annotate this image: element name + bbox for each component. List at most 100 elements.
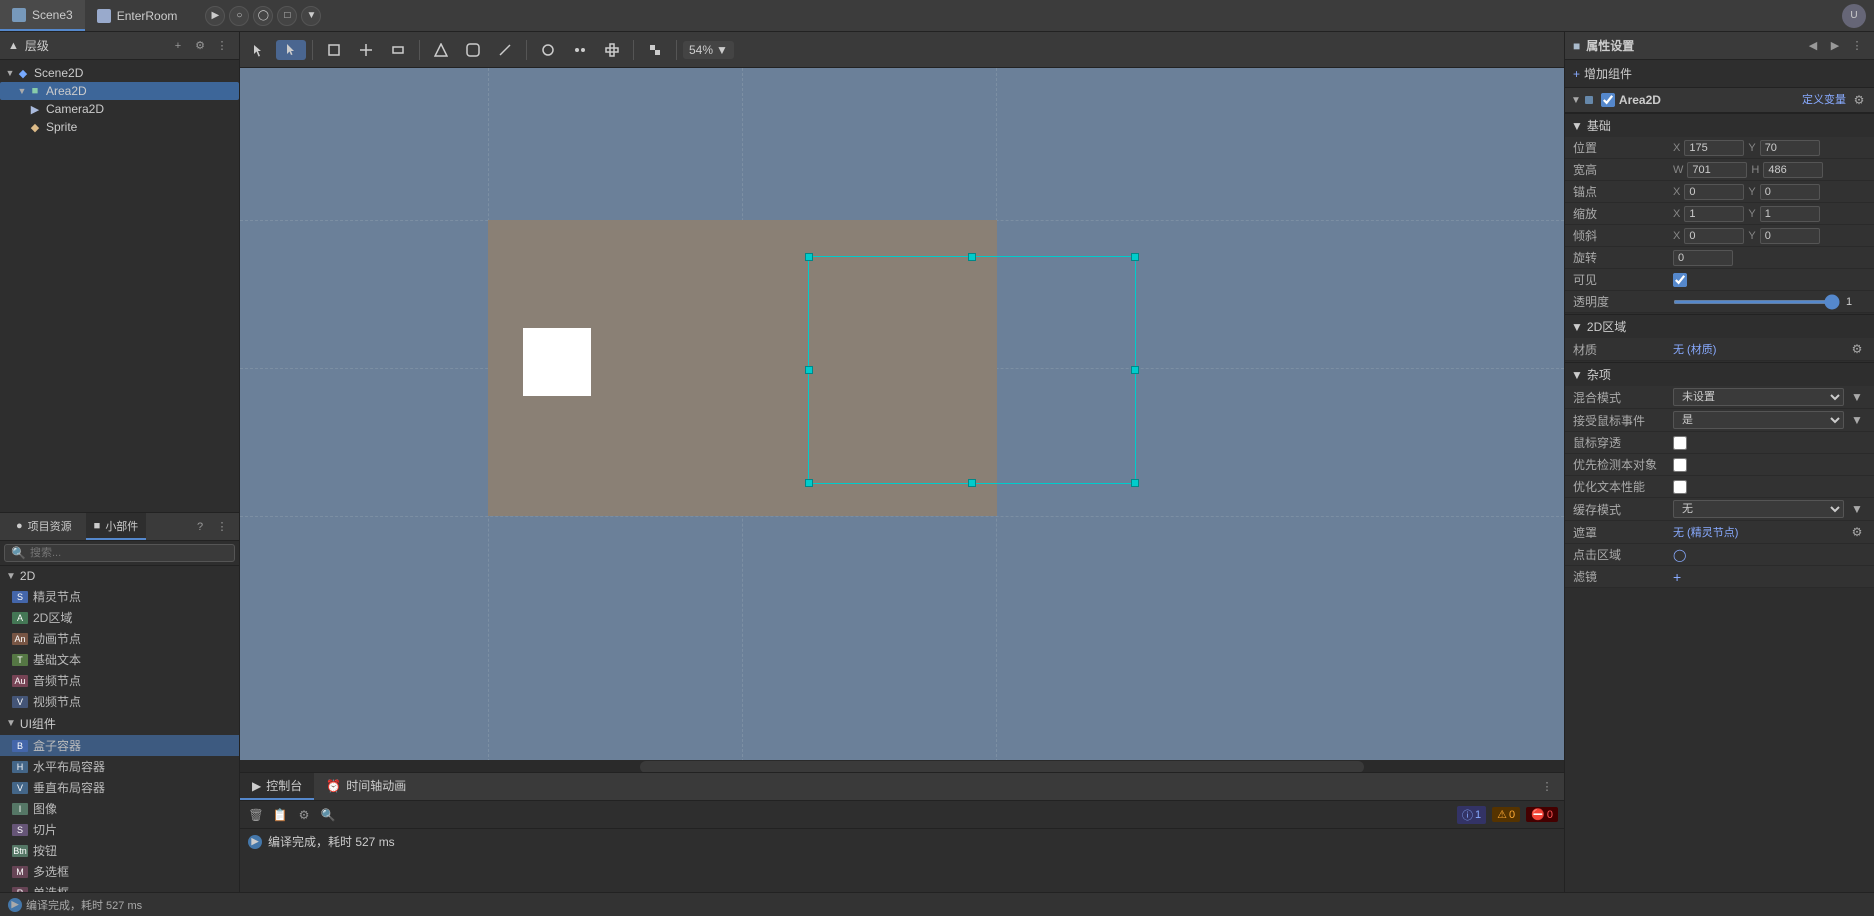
item-audio-node[interactable]: Au 音频节点 [0,670,239,691]
tab-scene3[interactable]: Scene3 [0,0,85,31]
toolbar-btn-4[interactable] [426,40,456,60]
item-single-select[interactable]: R 单选框 [0,882,239,892]
handle-tl[interactable] [805,253,813,261]
handle-bc[interactable] [968,479,976,487]
tree-arrow-area2d[interactable]: ▼ [16,85,28,97]
handle-tc[interactable] [968,253,976,261]
filter-add-icon[interactable]: + [1673,569,1681,585]
tab-timeline[interactable]: ⏰ 时间轴动画 [314,773,418,800]
item-vbox-container[interactable]: V 垂直布局容器 [0,777,239,798]
click-area-icon[interactable]: ◯ [1673,548,1686,562]
user-avatar[interactable]: U [1842,4,1866,28]
tree-item-camera2d[interactable]: ▶ Camera2D [0,100,239,118]
size-w-input[interactable] [1687,162,1747,178]
console-clear-button[interactable]: 🗑 [246,805,266,825]
right-next-button[interactable]: ▶ [1826,37,1844,55]
mask-link-button[interactable]: 无 (精灵节点) [1673,524,1844,540]
right-more-button[interactable]: ⋮ [1848,37,1866,55]
area2d-section-header[interactable]: ▼ 2D区域 [1565,314,1874,338]
play-button[interactable]: ▶ [205,6,225,26]
item-base-text[interactable]: T 基础文本 [0,649,239,670]
mobile-button[interactable]: ◯ [253,6,273,26]
zoom-display[interactable]: 54% ▼ [683,41,734,59]
dropdown-button[interactable]: ▼ [301,6,321,26]
item-sprite-node[interactable]: S 精灵节点 [0,586,239,607]
rotation-input[interactable] [1673,250,1733,266]
section-ui-header[interactable]: ▼ UI组件 [0,712,239,735]
item-video-node[interactable]: V 视频节点 [0,691,239,712]
item-image[interactable]: I 图像 [0,798,239,819]
toolbar-btn-9[interactable] [597,40,627,60]
console-settings-button[interactable]: ⚙ [294,805,314,825]
size-h-input[interactable] [1763,162,1823,178]
add-component-bar[interactable]: + 增加组件 [1565,60,1874,88]
pos-x-input[interactable] [1684,140,1744,156]
tab-project-assets[interactable]: ● 项目资源 [8,513,80,540]
toolbar-btn-6[interactable] [490,40,520,60]
cursor-tool-button[interactable] [276,40,306,60]
mouse-through-checkbox[interactable] [1673,436,1687,450]
console-search-button[interactable]: 🔍 [318,805,338,825]
item-multi-select[interactable]: M 多选框 [0,861,239,882]
mask-edit-button[interactable]: ⚙ [1848,523,1866,541]
visible-checkbox[interactable] [1673,273,1687,287]
handle-bl[interactable] [805,479,813,487]
tab-enterroom[interactable]: EnterRoom [85,0,190,31]
define-var-button[interactable]: 定义变量 [1802,91,1846,109]
tree-item-sprite[interactable]: ◆ Sprite [0,118,239,136]
scale-x-input[interactable] [1684,206,1744,222]
blend-mode-select[interactable]: 未设置 [1673,388,1844,406]
comp-more-button[interactable]: ⋮ [213,518,231,536]
monitor-button[interactable]: □ [277,6,297,26]
toolbar-btn-3[interactable] [383,40,413,60]
handle-tr[interactable] [1131,253,1139,261]
toolbar-btn-5[interactable] [458,40,488,60]
tree-arrow-scene2d[interactable]: ▼ [4,67,16,79]
globe-button[interactable]: ○ [229,6,249,26]
item-hbox-container[interactable]: H 水平布局容器 [0,756,239,777]
scene-settings-button[interactable]: ⚙ [191,37,209,55]
console-copy-button[interactable]: 📋 [270,805,290,825]
priority-detect-checkbox[interactable] [1673,458,1687,472]
add-node-button[interactable]: + [169,37,187,55]
select-tool-button[interactable] [244,40,274,60]
component-search-input[interactable] [30,547,228,559]
opacity-slider[interactable] [1673,300,1840,304]
more-button[interactable]: ⋮ [213,37,231,55]
area2d-comp-arrow[interactable]: ▼ [1571,95,1581,106]
mouse-events-select[interactable]: 是 [1673,411,1844,429]
tab-console[interactable]: ▶ 控制台 [240,773,314,800]
handle-ml[interactable] [805,366,813,374]
tree-item-scene2d[interactable]: ▼ ◆ Scene2D [0,64,239,82]
misc-section-header[interactable]: ▼ 杂项 [1565,362,1874,386]
anchor-y-input[interactable] [1760,184,1820,200]
handle-mr[interactable] [1131,366,1139,374]
area2d-comp-settings[interactable]: ⚙ [1850,91,1868,109]
toolbar-btn-7[interactable] [533,40,563,60]
toolbar-btn-10[interactable] [640,40,670,60]
item-button[interactable]: Btn 按钮 [0,840,239,861]
pos-y-input[interactable] [1760,140,1820,156]
area2d-comp-checkbox[interactable] [1601,93,1615,107]
cache-mode-select[interactable]: 无 [1673,500,1844,518]
material-link-button[interactable]: 无 (材质) [1673,341,1844,357]
toolbar-btn-2[interactable] [351,40,381,60]
viewport[interactable] [240,68,1564,772]
skew-y-input[interactable] [1760,228,1820,244]
anchor-x-input[interactable] [1684,184,1744,200]
item-box-container[interactable]: B 盒子容器 [0,735,239,756]
comp-help-button[interactable]: ? [191,518,209,536]
text-perf-checkbox[interactable] [1673,480,1687,494]
basic-section-header[interactable]: ▼ 基础 [1565,113,1874,137]
tab-components[interactable]: ■ 小部件 [86,513,147,540]
item-animation-node[interactable]: An 动画节点 [0,628,239,649]
section-2d-header[interactable]: ▼ 2D [0,566,239,586]
toolbar-btn-8[interactable] [565,40,595,60]
skew-x-input[interactable] [1684,228,1744,244]
item-area2d-node[interactable]: A 2D区域 [0,607,239,628]
handle-br[interactable] [1131,479,1139,487]
scale-y-input[interactable] [1760,206,1820,222]
viewport-scrollbar-h[interactable] [240,760,1564,772]
tree-item-area2d[interactable]: ▼ ■ Area2D [0,82,239,100]
item-slice[interactable]: S 切片 [0,819,239,840]
